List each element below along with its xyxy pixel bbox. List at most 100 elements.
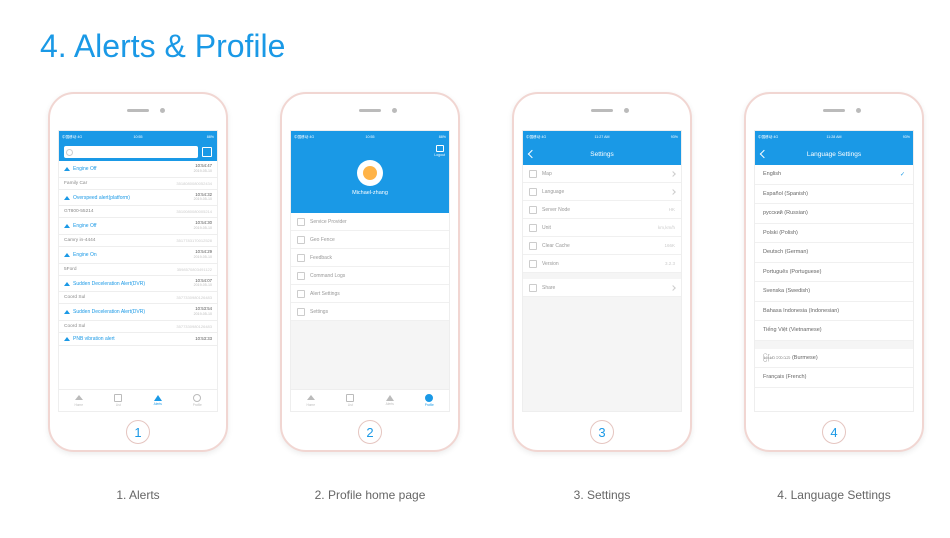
alert-row[interactable]: Overspeed alert(platform)10:54:322019-05… <box>59 190 217 207</box>
profile-row[interactable]: Alert Settings <box>291 285 449 303</box>
tab-alerts[interactable]: Alerts <box>370 390 410 411</box>
home-button[interactable]: 2 <box>358 420 382 444</box>
warning-icon <box>64 282 70 286</box>
logout-button[interactable]: Logout <box>434 145 445 157</box>
back-icon[interactable] <box>528 150 536 158</box>
profile-row[interactable]: Settings <box>291 303 449 321</box>
avatar-icon <box>363 166 377 180</box>
settings-row[interactable]: Version3.2.3 <box>523 255 681 273</box>
language-row[interactable]: မြန်မာဘာသာ (Burmese) <box>755 349 913 369</box>
tab-alerts[interactable]: Alerts <box>138 390 178 411</box>
tab-list[interactable]: List <box>99 390 139 411</box>
device-name: Camry in-4444 <box>64 238 95 243</box>
language-row[interactable]: Français (French) <box>755 368 913 388</box>
tab-profile[interactable]: Profile <box>178 390 218 411</box>
profile-row[interactable]: Geo Fence <box>291 231 449 249</box>
alert-title: Engine Off <box>73 166 97 172</box>
logout-label: Logout <box>434 153 445 157</box>
language-row[interactable]: Svenska (Swedish) <box>755 282 913 302</box>
carrier: 中国移动 4G <box>294 135 314 140</box>
profile-icon <box>193 394 201 402</box>
tab-home[interactable]: Home <box>291 390 331 411</box>
language-label: Bahasa Indonesia (Indonesian) <box>763 308 839 314</box>
language-row[interactable]: Español (Spanish) <box>755 185 913 205</box>
phone-language: 中国移动 4G 11:28 AM 93% Language Settings E… <box>744 92 924 452</box>
status-time: 11:27 AM <box>595 135 610 139</box>
alert-row[interactable]: Engine Off10:54:472019-05-10 <box>59 161 217 178</box>
device-id: 3577330980126483 <box>176 295 212 300</box>
device-id: 3518080080052434 <box>176 181 212 186</box>
tab-bar: Home List Alerts Profile <box>59 389 217 411</box>
home-button[interactable]: 3 <box>590 420 614 444</box>
device-id: 3577330980126483 <box>176 324 212 329</box>
alert-row[interactable]: Engine Off10:54:302019-05-10 <box>59 218 217 235</box>
device-name: GT800-55214 <box>64 209 94 214</box>
language-row[interactable]: Bahasa Indonesia (Indonesian) <box>755 302 913 322</box>
carrier: 中国移动 4G <box>526 135 546 140</box>
row-label: Feedback <box>310 255 332 261</box>
language-row[interactable]: Deutsch (German) <box>755 243 913 263</box>
settings-row[interactable]: Language <box>523 183 681 201</box>
home-button[interactable]: 1 <box>126 420 150 444</box>
phone-number: 2 <box>366 425 373 440</box>
language-row[interactable]: English✓ <box>755 165 913 185</box>
tab-home[interactable]: Home <box>59 390 99 411</box>
language-row[interactable]: Português (Portuguese) <box>755 263 913 283</box>
check-icon: ✓ <box>900 171 905 178</box>
settings-row[interactable]: Clear Cache166K <box>523 237 681 255</box>
row-value: km,km/h <box>658 225 675 230</box>
row-icon <box>297 218 305 226</box>
battery: 88% <box>207 135 214 139</box>
search-input[interactable] <box>64 146 198 158</box>
alert-device-row: Camry in-44443517783170012528 <box>59 235 217 247</box>
status-time: 10:55 <box>134 135 143 139</box>
profile-row[interactable]: Feedback <box>291 249 449 267</box>
settings-row[interactable]: Map <box>523 165 681 183</box>
calendar-icon[interactable] <box>202 147 212 157</box>
language-label: Svenska (Swedish) <box>763 288 810 294</box>
alert-row[interactable]: Sudden Deceleration Alert(DVR)10:53:5420… <box>59 304 217 321</box>
tab-list[interactable]: List <box>331 390 371 411</box>
status-time: 10:55 <box>366 135 375 139</box>
device-id: 3510080080005214 <box>176 209 212 214</box>
language-row[interactable]: Tiếng Việt (Vietnamese) <box>755 321 913 341</box>
alert-title: Sudden Deceleration Alert(DVR) <box>73 309 145 315</box>
profile-row[interactable]: Service Provider <box>291 213 449 231</box>
caption-4: 4. Language Settings <box>744 488 924 502</box>
tab-label: Alerts <box>154 402 162 406</box>
back-icon[interactable] <box>760 150 768 158</box>
phone-number: 3 <box>598 425 605 440</box>
caption-3: 3. Settings <box>512 488 692 502</box>
alert-title: Overspeed alert(platform) <box>73 195 130 201</box>
row-icon <box>297 272 305 280</box>
user-name: Michael-zhang <box>352 190 388 196</box>
tab-label: Home <box>306 403 315 407</box>
language-label: русский (Russian) <box>763 210 808 216</box>
captions: 1. Alerts 2. Profile home page 3. Settin… <box>48 488 928 502</box>
row-label: Unit <box>542 225 551 231</box>
warning-icon <box>64 310 70 314</box>
battery: 88% <box>439 135 446 139</box>
settings-row[interactable]: Unit km,km/h <box>523 219 681 237</box>
phone-camera <box>624 108 629 113</box>
tab-profile[interactable]: Profile <box>410 390 450 411</box>
settings-row[interactable]: Server NodeHK <box>523 201 681 219</box>
alert-device-row: Family Car3518080080052434 <box>59 178 217 190</box>
avatar[interactable] <box>357 160 383 186</box>
language-row[interactable]: русский (Russian) <box>755 204 913 224</box>
settings-row[interactable]: Share <box>523 279 681 297</box>
alert-row[interactable]: Engine On10:54:292019-05-10 <box>59 247 217 264</box>
status-time: 11:28 AM <box>827 135 842 139</box>
alert-time: 10:54:072019-05-10 <box>194 279 212 289</box>
profile-row[interactable]: Command Logs <box>291 267 449 285</box>
row-label: Geo Fence <box>310 237 335 243</box>
phone-alerts: 中国移动 4G 10:55 88% Engine Off10:54:472019… <box>48 92 228 452</box>
alert-row[interactable]: Sudden Deceleration Alert(DVR)10:54:0720… <box>59 276 217 293</box>
home-button[interactable]: 4 <box>822 420 846 444</box>
language-row[interactable]: Polski (Polish) <box>755 224 913 244</box>
warning-icon <box>64 224 70 228</box>
page-title: 4. Alerts & Profile <box>40 28 285 65</box>
phone-speaker <box>359 109 381 112</box>
alert-row[interactable]: PNB vibration alert10:53:33 <box>59 333 217 346</box>
warning-icon <box>64 167 70 171</box>
